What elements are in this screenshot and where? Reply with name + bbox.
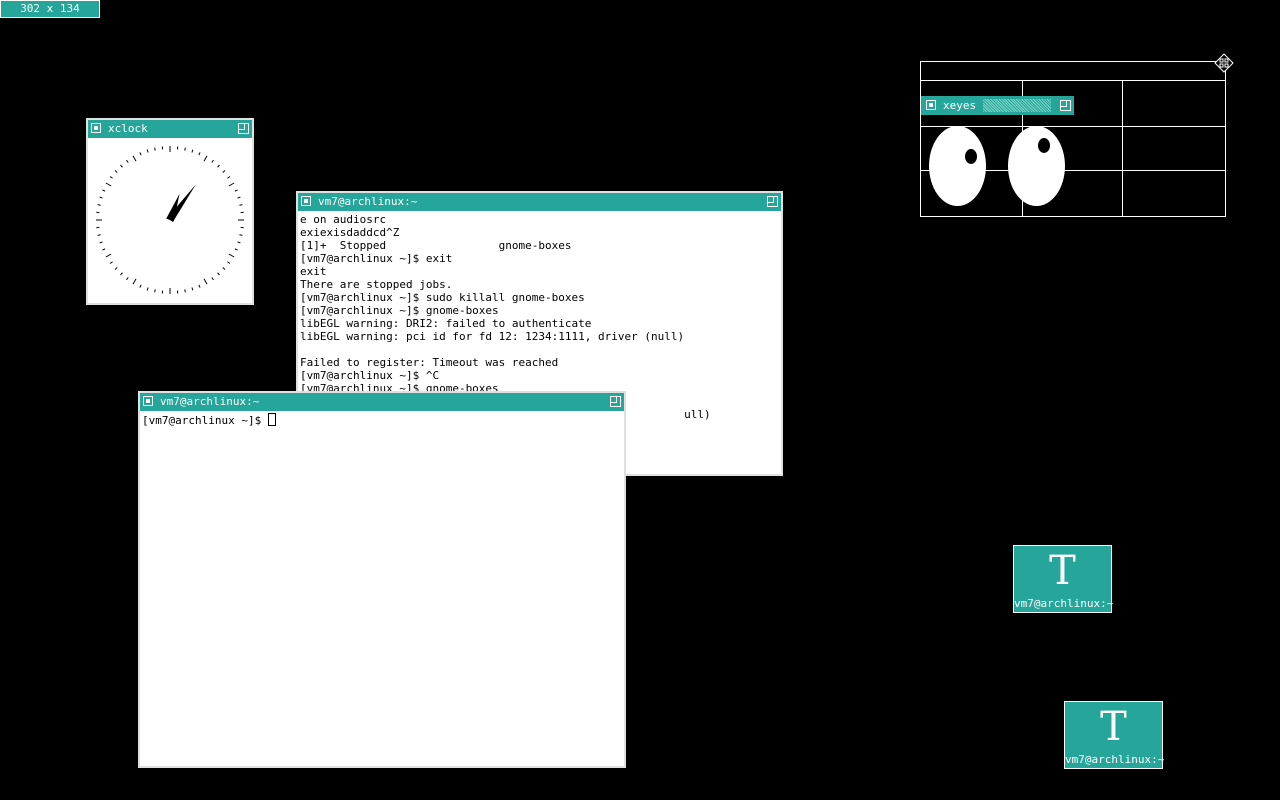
xclock-window[interactable]: xclock (86, 118, 254, 305)
clock-tick (184, 147, 186, 151)
clock-tick (228, 253, 235, 258)
left-pupil (965, 149, 977, 164)
clock-tick (228, 182, 235, 187)
window-menu-icon[interactable] (143, 396, 153, 406)
clock-tick (203, 278, 208, 285)
terminal-back-titlebar[interactable]: vm7@archlinux:~ (298, 193, 781, 211)
terminal-line: [vm7@archlinux ~]$ sudo killall gnome-bo… (300, 291, 585, 304)
clock-tick (139, 152, 142, 156)
clock-tick (105, 253, 112, 258)
terminal-line: libEGL warning: pci id for fd 12: 1234:1… (300, 330, 685, 343)
clock-tick (114, 267, 118, 270)
clock-tick (146, 149, 149, 153)
geometry-readout: 302 x 134 (0, 0, 100, 18)
clock-tick (99, 241, 103, 244)
window-title: xeyes (943, 99, 977, 112)
clock-tick (222, 170, 226, 173)
clock-tick (109, 176, 113, 179)
clock-tick (239, 204, 243, 206)
clock-tick (217, 272, 220, 276)
clock-tick (114, 170, 118, 173)
text-cursor (267, 413, 276, 426)
window-menu-icon[interactable] (301, 196, 311, 206)
shell-prompt: [vm7@archlinux ~]$ (142, 414, 268, 427)
clock-tick (120, 164, 123, 168)
clock-tick (227, 176, 231, 179)
clock-face (96, 146, 244, 294)
iconified-terminal-1[interactable]: T vm7@archlinux:~ (1013, 545, 1114, 613)
clock-tick (154, 147, 156, 151)
iconified-terminal-2[interactable]: T vm7@archlinux:~ (1064, 701, 1165, 769)
terminal-line: There are stopped jobs. (300, 278, 453, 291)
terminal-prompt-area[interactable]: [vm7@archlinux ~]$ (140, 411, 624, 766)
clock-tick (102, 189, 106, 192)
clock-tick (126, 277, 129, 281)
clock-tick (105, 182, 112, 187)
resize-icon[interactable] (767, 196, 778, 207)
xeyes-move-outline: xeyes (920, 53, 1234, 217)
clock-tick (237, 196, 241, 199)
terminal-icon: T (1100, 704, 1127, 750)
terminal-line: [vm7@archlinux ~]$ ^C (300, 369, 440, 382)
terminal-line: [vm7@archlinux ~]$ gnome-boxes (300, 304, 499, 317)
clock-tick (203, 155, 208, 162)
outline-line (1122, 80, 1123, 217)
clock-tick (239, 234, 243, 236)
clock-tick (184, 289, 186, 293)
clock-tick (198, 152, 201, 156)
terminal-front-titlebar[interactable]: vm7@archlinux:~ (140, 393, 624, 411)
clock-tick (211, 277, 214, 281)
clock-tick (227, 261, 231, 264)
xclock-titlebar[interactable]: xclock (88, 120, 252, 138)
window-menu-icon[interactable] (926, 100, 936, 110)
resize-icon[interactable] (1060, 100, 1071, 111)
clock-tick (97, 234, 101, 236)
outline-line (920, 80, 1226, 81)
terminal-line: Failed to register: Timeout was reached (300, 356, 559, 369)
move-cursor-icon (1214, 53, 1234, 73)
resize-icon[interactable] (238, 123, 249, 134)
clock-tick (217, 164, 220, 168)
window-title: xclock (108, 122, 148, 135)
window-menu-icon[interactable] (91, 123, 101, 133)
xeyes-titlebar[interactable]: xeyes (921, 96, 1074, 115)
terminal-line: [vm7@archlinux ~]$ exit (300, 252, 453, 265)
clock-tick (97, 204, 101, 206)
terminal-line: [1]+ Stopped gnome-boxes (300, 239, 572, 252)
clock-tick (237, 241, 241, 244)
clock-tick (120, 272, 123, 276)
terminal-line: e on audiosrc (300, 213, 387, 226)
terminal-line: exiexisdaddcd^Z (300, 226, 400, 239)
terminal-line: libEGL warning: DRI2: failed to authenti… (300, 317, 592, 330)
resize-icon[interactable] (610, 396, 621, 407)
clock-tick (132, 155, 137, 162)
clock-tick (211, 159, 214, 163)
icon-label: vm7@archlinux:~ (1014, 597, 1114, 610)
title-stipple (983, 99, 1051, 112)
right-eye-icon (1008, 126, 1065, 206)
clock-tick (99, 196, 103, 199)
clock-tick (234, 189, 238, 192)
clock-tick (132, 278, 137, 285)
terminal-line: exit (300, 265, 327, 278)
terminal-icon: T (1049, 548, 1076, 594)
clock-tick (191, 149, 194, 153)
clock-tick (102, 248, 106, 251)
clock-tick (191, 287, 194, 291)
clock-tick (234, 248, 238, 251)
window-title: vm7@archlinux:~ (318, 195, 418, 208)
clock-tick (198, 284, 201, 288)
clock-tick (139, 284, 142, 288)
terminal-window-front[interactable]: vm7@archlinux:~ [vm7@archlinux ~]$ (138, 391, 626, 768)
left-eye-icon (929, 126, 986, 206)
clock-tick (222, 267, 226, 270)
clock-tick (126, 159, 129, 163)
right-pupil (1038, 138, 1050, 153)
clock-tick (154, 289, 156, 293)
clock-tick (109, 261, 113, 264)
icon-label: vm7@archlinux:~ (1065, 753, 1165, 766)
window-title: vm7@archlinux:~ (160, 395, 260, 408)
clock-tick (146, 287, 149, 291)
